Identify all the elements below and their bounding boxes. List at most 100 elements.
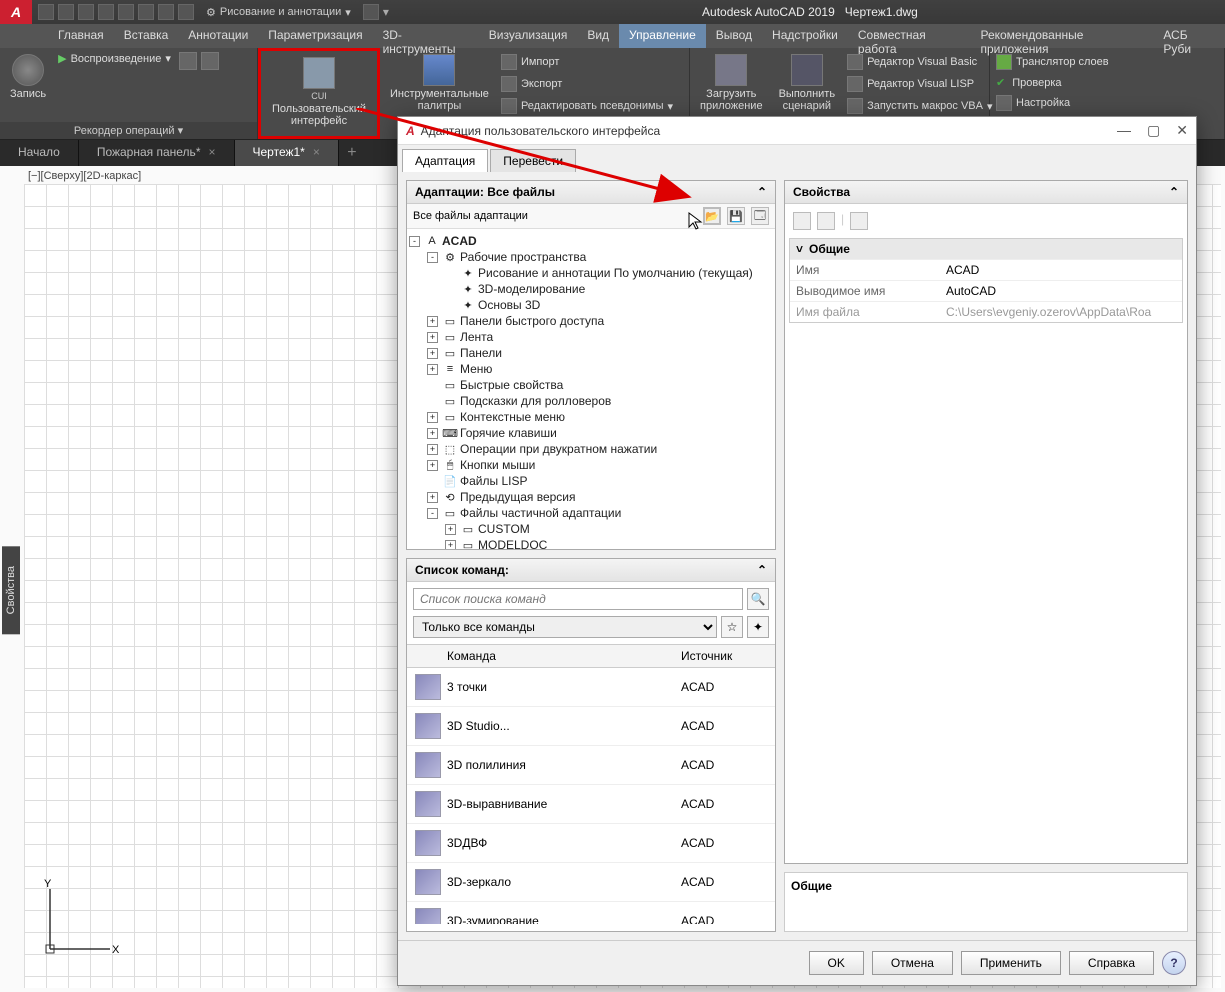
ribbon-tab-9[interactable]: Надстройки [762, 24, 848, 48]
ribbon-tab-10[interactable]: Совместная работа [848, 24, 971, 48]
tree-node[interactable]: +▭Панели [409, 345, 773, 361]
tool-palettes-button[interactable]: Инструментальные палитры [386, 52, 493, 114]
qat-share-icon[interactable] [363, 4, 379, 20]
tab-translate[interactable]: Перевести [490, 149, 576, 172]
tree-node[interactable]: ✦Рисование и аннотации По умолчанию (тек… [409, 265, 773, 281]
ribbon-tab-3[interactable]: Параметризация [258, 24, 372, 48]
run-macro-button[interactable]: Запустить макрос VBA ▾ [847, 98, 992, 114]
command-search-input[interactable] [413, 588, 743, 610]
doc-tab-0[interactable]: Начало [0, 140, 79, 166]
cad-standards-setup-button[interactable]: Настройка [996, 95, 1109, 111]
qat-new-icon[interactable] [38, 4, 54, 20]
close-icon[interactable]: × [208, 145, 215, 159]
qat-saveas-icon[interactable] [98, 4, 114, 20]
rec-opts-icon[interactable] [179, 52, 197, 70]
expand-icon[interactable]: + [427, 444, 438, 455]
expand-icon[interactable]: + [427, 348, 438, 359]
import-button[interactable]: Импорт [501, 54, 673, 70]
command-row[interactable]: 3D Studio...ACAD [407, 707, 775, 746]
help-button[interactable]: Справка [1069, 951, 1154, 975]
ribbon-tab-4[interactable]: 3D-инструменты [373, 24, 479, 48]
tree-node[interactable]: +⟲Предыдущая версия [409, 489, 773, 505]
command-row[interactable]: 3DДВФACAD [407, 824, 775, 863]
run-script-button[interactable]: Выполнить сценарий [775, 52, 839, 114]
vba-editor-button[interactable]: Редактор Visual Basic [847, 54, 992, 70]
ribbon-tab-11[interactable]: Рекомендованные приложения [970, 24, 1153, 48]
ribbon-tab-8[interactable]: Вывод [706, 24, 762, 48]
export-button[interactable]: Экспорт [501, 76, 673, 92]
collapse-icon[interactable]: ⌃ [757, 563, 767, 577]
command-row[interactable]: 3D полилинияACAD [407, 746, 775, 785]
expand-icon[interactable]: + [427, 492, 438, 503]
layer-translator-button[interactable]: Транслятор слоев [996, 54, 1109, 70]
ribbon-tab-6[interactable]: Вид [577, 24, 619, 48]
tab-adaptation[interactable]: Адаптация [402, 149, 488, 172]
viewport-controls[interactable]: [−][Сверху][2D-каркас] [28, 170, 141, 182]
expand-icon[interactable]: + [445, 540, 456, 550]
collapse-icon[interactable]: ⌃ [1169, 185, 1179, 199]
adaptation-filter-label[interactable]: Все файлы адаптации [413, 210, 528, 222]
lisp-editor-button[interactable]: Редактор Visual LISP [847, 76, 992, 92]
tree-node[interactable]: +⌨Горячие клавиши [409, 425, 773, 441]
new-command-icon[interactable]: ✦ [747, 616, 769, 638]
tree-node[interactable]: ▭Быстрые свойства [409, 377, 773, 393]
expand-icon[interactable]: + [427, 460, 438, 471]
cui-button[interactable]: CUI Пользовательский интерфейс [268, 55, 370, 129]
minimize-icon[interactable]: — [1117, 122, 1131, 139]
property-row[interactable]: ИмяACAD [790, 259, 1182, 280]
props-page-icon[interactable] [850, 212, 868, 230]
property-row[interactable]: Выводимое имяAutoCAD [790, 280, 1182, 301]
ok-button[interactable]: OK [809, 951, 864, 975]
save-all-cui-icon[interactable]: 🗔 [751, 207, 769, 225]
col-source[interactable]: Источник [675, 645, 775, 667]
qat-plot-icon[interactable] [138, 4, 154, 20]
tree-node[interactable]: -▭Файлы частичной адаптации [409, 505, 773, 521]
ribbon-tab-12[interactable]: АСБ Руби [1153, 24, 1225, 48]
ribbon-tab-0[interactable]: Главная [48, 24, 114, 48]
command-row[interactable]: 3D-зумированиеACAD [407, 902, 775, 924]
category-view-icon[interactable] [793, 212, 811, 230]
tree-node[interactable]: ✦Основы 3D [409, 297, 773, 313]
tree-node[interactable]: -⚙Рабочие пространства [409, 249, 773, 265]
tree-node[interactable]: +⬚Операции при двукратном нажатии [409, 441, 773, 457]
close-icon[interactable]: × [313, 145, 320, 159]
add-tab-button[interactable]: + [339, 140, 365, 166]
doc-tab-1[interactable]: Пожарная панель*× [79, 140, 235, 166]
collapse-icon[interactable]: ⌃ [757, 185, 767, 199]
close-icon[interactable]: ✕ [1176, 122, 1188, 139]
save-cui-icon[interactable]: 💾 [727, 207, 745, 225]
edit-aliases-button[interactable]: Редактировать псевдонимы ▾ [501, 98, 673, 114]
chevron-down-icon[interactable]: ▾ [383, 5, 389, 19]
command-table[interactable]: Команда Источник 3 точкиACAD3D Studio...… [407, 644, 775, 924]
maximize-icon[interactable]: ▢ [1147, 122, 1160, 139]
record-button[interactable]: Запись [6, 52, 50, 102]
command-row[interactable]: 3D-выравниваниеACAD [407, 785, 775, 824]
check-button[interactable]: Проверка [996, 76, 1109, 89]
qat-workspace-dropdown[interactable]: ⚙ Рисование и аннотации ▾ [200, 6, 357, 19]
dialog-titlebar[interactable]: A Адаптация пользовательского интерфейса… [398, 117, 1196, 145]
tree-node[interactable]: +🖱Кнопки мыши [409, 457, 773, 473]
tree-node[interactable]: ✦3D-моделирование [409, 281, 773, 297]
props-group-general[interactable]: ˅ Общие [790, 239, 1182, 259]
expand-icon[interactable]: + [427, 428, 438, 439]
collapse-icon[interactable]: - [409, 236, 420, 247]
qat-web-icon[interactable] [118, 4, 134, 20]
doc-tab-2[interactable]: Чертеж1*× [235, 140, 339, 166]
tree-node[interactable]: +▭CUSTOM [409, 521, 773, 537]
ribbon-tab-2[interactable]: Аннотации [178, 24, 258, 48]
expand-icon[interactable]: + [445, 524, 456, 535]
tree-node[interactable]: +▭Лента [409, 329, 773, 345]
col-command[interactable]: Команда [441, 645, 675, 667]
tree-node[interactable]: -AACAD [409, 233, 773, 249]
expand-icon[interactable]: + [427, 316, 438, 327]
panel-label-recorder[interactable]: Рекордер операций ▾ [0, 122, 257, 139]
expand-icon[interactable]: + [427, 364, 438, 375]
command-row[interactable]: 3 точкиACAD [407, 668, 775, 707]
load-app-button[interactable]: Загрузить приложение [696, 52, 767, 114]
qat-save-icon[interactable] [78, 4, 94, 20]
tree-node[interactable]: ▭Подсказки для ролловеров [409, 393, 773, 409]
command-filter-select[interactable]: Только все команды [413, 616, 717, 638]
command-row[interactable]: 3D-зеркалоACAD [407, 863, 775, 902]
ribbon-tab-5[interactable]: Визуализация [479, 24, 578, 48]
qat-undo-icon[interactable] [158, 4, 174, 20]
